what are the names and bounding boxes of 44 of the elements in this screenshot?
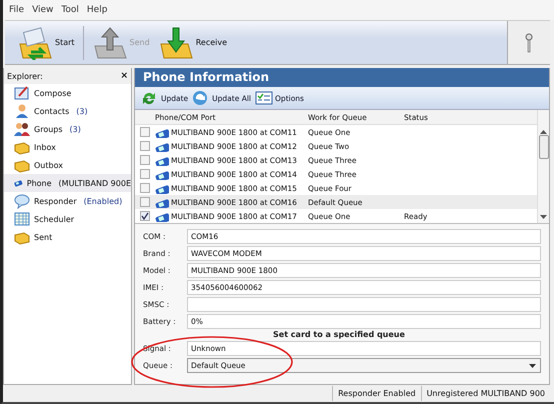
scroll-down-icon [540,215,547,219]
status-text: Unregistered MULTIBAND 900 [420,386,550,401]
explorer-item[interactable]: Groups (3) [4,120,131,138]
check-icon [141,212,149,220]
explorer-title: Explorer: [7,72,43,80]
explorer-item[interactable]: Inbox [4,138,131,156]
explorer-item[interactable]: Phone (MULTIBAND 900E [4,174,131,192]
checkbox[interactable] [140,183,150,193]
checkbox[interactable] [140,211,150,221]
checkbox[interactable] [140,169,150,179]
envelope-tray-icon [17,26,53,60]
menu-item[interactable]: Help [86,5,108,15]
annotation-text: Set card to a specified queue [273,330,405,340]
speech-bubble-icon [14,193,30,209]
checkbox[interactable] [140,197,150,207]
checkbox[interactable] [140,127,150,137]
status-text: Responder Enabled [332,386,421,401]
scrollbar[interactable] [537,110,549,223]
close-button[interactable]: × [120,71,128,81]
input-field[interactable] [187,297,541,312]
explorer-item[interactable]: Responder (Enabled) [4,192,131,210]
checklist-icon [255,90,274,106]
notepad-pencil-icon [14,85,30,101]
checkbox[interactable] [140,141,150,151]
explorer-item[interactable]: Scheduler [4,210,131,228]
dropdown-arrow-icon [529,364,536,368]
people-icon [14,121,30,137]
explorer-item[interactable]: Compose [4,84,131,102]
panel-title: Phone Information [135,68,549,87]
scroll-thumb[interactable] [538,134,548,158]
pin-icon [525,32,533,52]
menu-item[interactable]: View [32,5,54,15]
person-icon [14,103,30,119]
menu-item[interactable]: Tool [61,5,79,15]
explorer-item[interactable]: Contacts (3) [4,102,131,120]
toolbar-button[interactable]: Receive [154,26,232,60]
checkbox[interactable] [140,155,150,165]
explorer-item[interactable]: Outbox [4,156,131,174]
tray-up-arrow-icon [92,26,128,60]
explorer-item[interactable]: Sent [4,228,131,246]
toolbar-button[interactable]: Start [13,26,79,60]
calendar-icon [14,211,30,227]
menu-item[interactable]: File [9,5,24,15]
tray-down-arrow-icon [158,26,194,60]
